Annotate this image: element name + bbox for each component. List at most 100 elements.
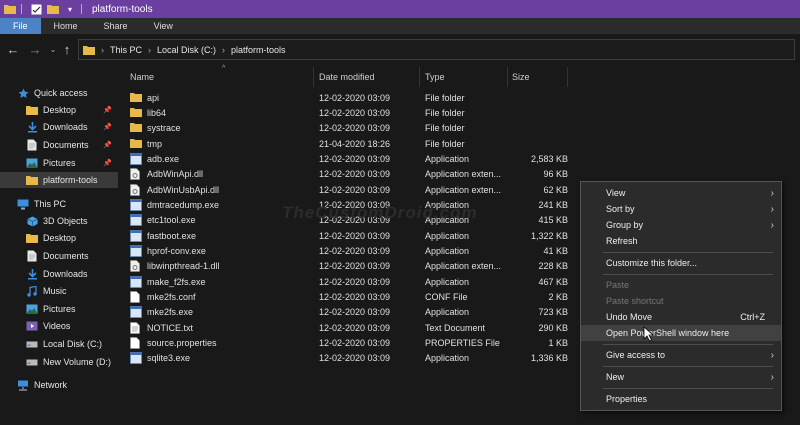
file-size: 41 KB: [543, 246, 568, 256]
file-date-modified: 12-02-2020 03:09: [319, 153, 391, 164]
file-row[interactable]: NOTICE.txt 12-02-2020 03:09 Text Document 2…: [130, 320, 570, 335]
file-row[interactable]: AdbWinUsbApi.dll 12-02-2020 03:09 Applicat…: [130, 182, 570, 197]
sidebar-item-desktop[interactable]: Desktop 📌: [0, 102, 118, 118]
sidebar-item-pictures[interactable]: Pictures 📌: [0, 155, 118, 171]
menu-separator: [603, 344, 773, 345]
column-header-label: Date modified: [319, 72, 375, 82]
breadcrumb-separator-icon[interactable]: ›: [101, 45, 104, 55]
sidebar-item-new-volume-d[interactable]: New Volume (D:): [0, 354, 118, 370]
menu-item-refresh[interactable]: Refresh: [581, 233, 781, 249]
exe-icon: [130, 199, 142, 211]
pictures-icon: [26, 303, 38, 315]
file-row[interactable]: lib64 12-02-2020 03:09 File folder: [130, 105, 570, 120]
column-divider[interactable]: [507, 67, 508, 87]
menu-item-open-powershell-window-here[interactable]: Open PowerShell window here: [581, 325, 781, 341]
tab-home[interactable]: Home: [41, 18, 91, 34]
file-row[interactable]: mke2fs.exe 12-02-2020 03:09 Application 723…: [130, 305, 570, 320]
star-icon: [17, 87, 29, 99]
exe-icon: [130, 214, 142, 227]
sidebar-item-documents[interactable]: Documents: [0, 248, 118, 264]
breadcrumb[interactable]: › This PC › Local Disk (C:) › platform-t…: [78, 39, 795, 60]
pin-icon: 📌: [103, 124, 112, 131]
up-arrow-icon[interactable]: ↑: [60, 42, 74, 57]
file-type: Application exten...: [425, 169, 501, 180]
customize-toolbar-icon[interactable]: ▾: [63, 2, 77, 16]
column-header-date[interactable]: Date modified: [319, 67, 419, 87]
tab-file[interactable]: File: [0, 18, 41, 34]
file-row[interactable]: api 12-02-2020 03:09 File folder: [130, 90, 570, 105]
file-row[interactable]: fastboot.exe 12-02-2020 03:09 Application 1…: [130, 228, 570, 243]
file-row[interactable]: libwinpthread-1.dll 12-02-2020 03:09 Appli…: [130, 259, 570, 274]
breadcrumb-local-disk[interactable]: Local Disk (C:): [157, 45, 216, 55]
sidebar-item-quick-access[interactable]: Quick access: [0, 85, 118, 101]
file-date-modified: 12-02-2020 03:09: [319, 123, 391, 134]
file-type: Application: [425, 153, 470, 164]
sidebar-item-this-pc[interactable]: This PC: [0, 196, 118, 212]
file-size: 290 KB: [538, 322, 568, 333]
menu-item-view[interactable]: View ›: [581, 185, 781, 201]
column-header-type[interactable]: Type: [425, 67, 507, 87]
file-row[interactable]: make_f2fs.exe 12-02-2020 03:09 Application…: [130, 274, 570, 289]
sidebar-item-3d-objects[interactable]: 3D Objects: [0, 213, 118, 229]
forward-arrow-icon[interactable]: →: [28, 42, 42, 57]
breadcrumb-platform-tools[interactable]: platform-tools: [231, 45, 286, 55]
sidebar-item-platform-tools[interactable]: platform-tools: [0, 172, 118, 188]
tab-share[interactable]: Share: [91, 18, 141, 34]
column-divider[interactable]: [567, 67, 568, 87]
back-arrow-icon[interactable]: ←: [6, 42, 20, 57]
sidebar-item-network[interactable]: Network: [0, 377, 118, 393]
sidebar-item-downloads[interactable]: Downloads 📌: [0, 119, 118, 135]
file-name: fastboot.exe: [147, 230, 197, 241]
breadcrumb-separator-icon[interactable]: ›: [222, 45, 225, 55]
file-row[interactable]: mke2fs.conf 12-02-2020 03:09 CONF File 2 KB: [130, 290, 570, 305]
column-header-label: Name: [130, 72, 155, 82]
breadcrumb-this-pc[interactable]: This PC: [110, 45, 142, 55]
menu-item-label: Properties: [606, 394, 648, 404]
sidebar-item-desktop[interactable]: Desktop: [0, 230, 118, 246]
file-row[interactable]: systrace 12-02-2020 03:09 File folder: [130, 121, 570, 136]
file-icon: [130, 291, 142, 303]
tab-view[interactable]: View: [141, 18, 186, 34]
column-header-name[interactable]: Name ^: [130, 65, 313, 87]
column-header-size[interactable]: Size: [512, 67, 567, 87]
menu-item-undo-move[interactable]: Undo Move Ctrl+Z: [581, 309, 781, 325]
computer-icon: [17, 198, 29, 210]
file-name: etc1tool.exe: [147, 215, 196, 226]
sidebar-item-videos[interactable]: Videos: [0, 318, 118, 334]
menu-item-properties[interactable]: Properties: [581, 391, 781, 407]
file-row[interactable]: adb.exe 12-02-2020 03:09 Application 2,583 …: [130, 151, 570, 166]
menu-item-paste-shortcut[interactable]: Paste shortcut: [581, 293, 781, 309]
window-title: platform-tools: [92, 3, 153, 15]
menu-item-customize-this-folder[interactable]: Customize this folder...: [581, 255, 781, 271]
sidebar-item-documents[interactable]: Documents 📌: [0, 137, 118, 153]
sidebar-item-pictures[interactable]: Pictures: [0, 301, 118, 317]
file-name: sqlite3.exe: [147, 353, 191, 364]
music-icon: [26, 285, 38, 297]
menu-item-sort-by[interactable]: Sort by ›: [581, 201, 781, 217]
menu-item-paste[interactable]: Paste: [581, 277, 781, 293]
menu-item-label: View: [606, 188, 626, 198]
menu-item-new[interactable]: New ›: [581, 369, 781, 385]
menu-item-label: Paste shortcut: [606, 296, 664, 306]
pin-icon: 📌: [103, 160, 112, 167]
new-folder-icon[interactable]: [46, 2, 60, 16]
sidebar-item-local-disk-c[interactable]: Local Disk (C:): [0, 336, 118, 352]
column-divider[interactable]: [419, 67, 420, 87]
sidebar-item-downloads[interactable]: Downloads: [0, 266, 118, 282]
properties-icon[interactable]: [29, 2, 43, 16]
sidebar-item-music[interactable]: Music: [0, 283, 118, 299]
file-row[interactable]: sqlite3.exe 12-02-2020 03:09 Application 1,…: [130, 351, 570, 366]
column-divider[interactable]: [313, 67, 314, 87]
menu-item-give-access-to[interactable]: Give access to ›: [581, 347, 781, 363]
folder-icon: [130, 138, 142, 150]
file-row[interactable]: hprof-conv.exe 12-02-2020 03:09 Applicatio…: [130, 244, 570, 259]
recent-locations-chevron-icon[interactable]: ⌄: [46, 42, 60, 56]
breadcrumb-separator-icon[interactable]: ›: [148, 45, 151, 55]
file-row[interactable]: AdbWinApi.dll 12-02-2020 03:09 Application…: [130, 167, 570, 182]
menu-separator: [603, 274, 773, 275]
menu-item-group-by[interactable]: Group by ›: [581, 217, 781, 233]
file-row[interactable]: source.properties 12-02-2020 03:09 PROPERT…: [130, 336, 570, 351]
file-type: Application exten...: [425, 261, 501, 272]
file-row[interactable]: tmp 21-04-2020 18:26 File folder: [130, 136, 570, 151]
sidebar-item-label: Desktop: [43, 233, 77, 243]
